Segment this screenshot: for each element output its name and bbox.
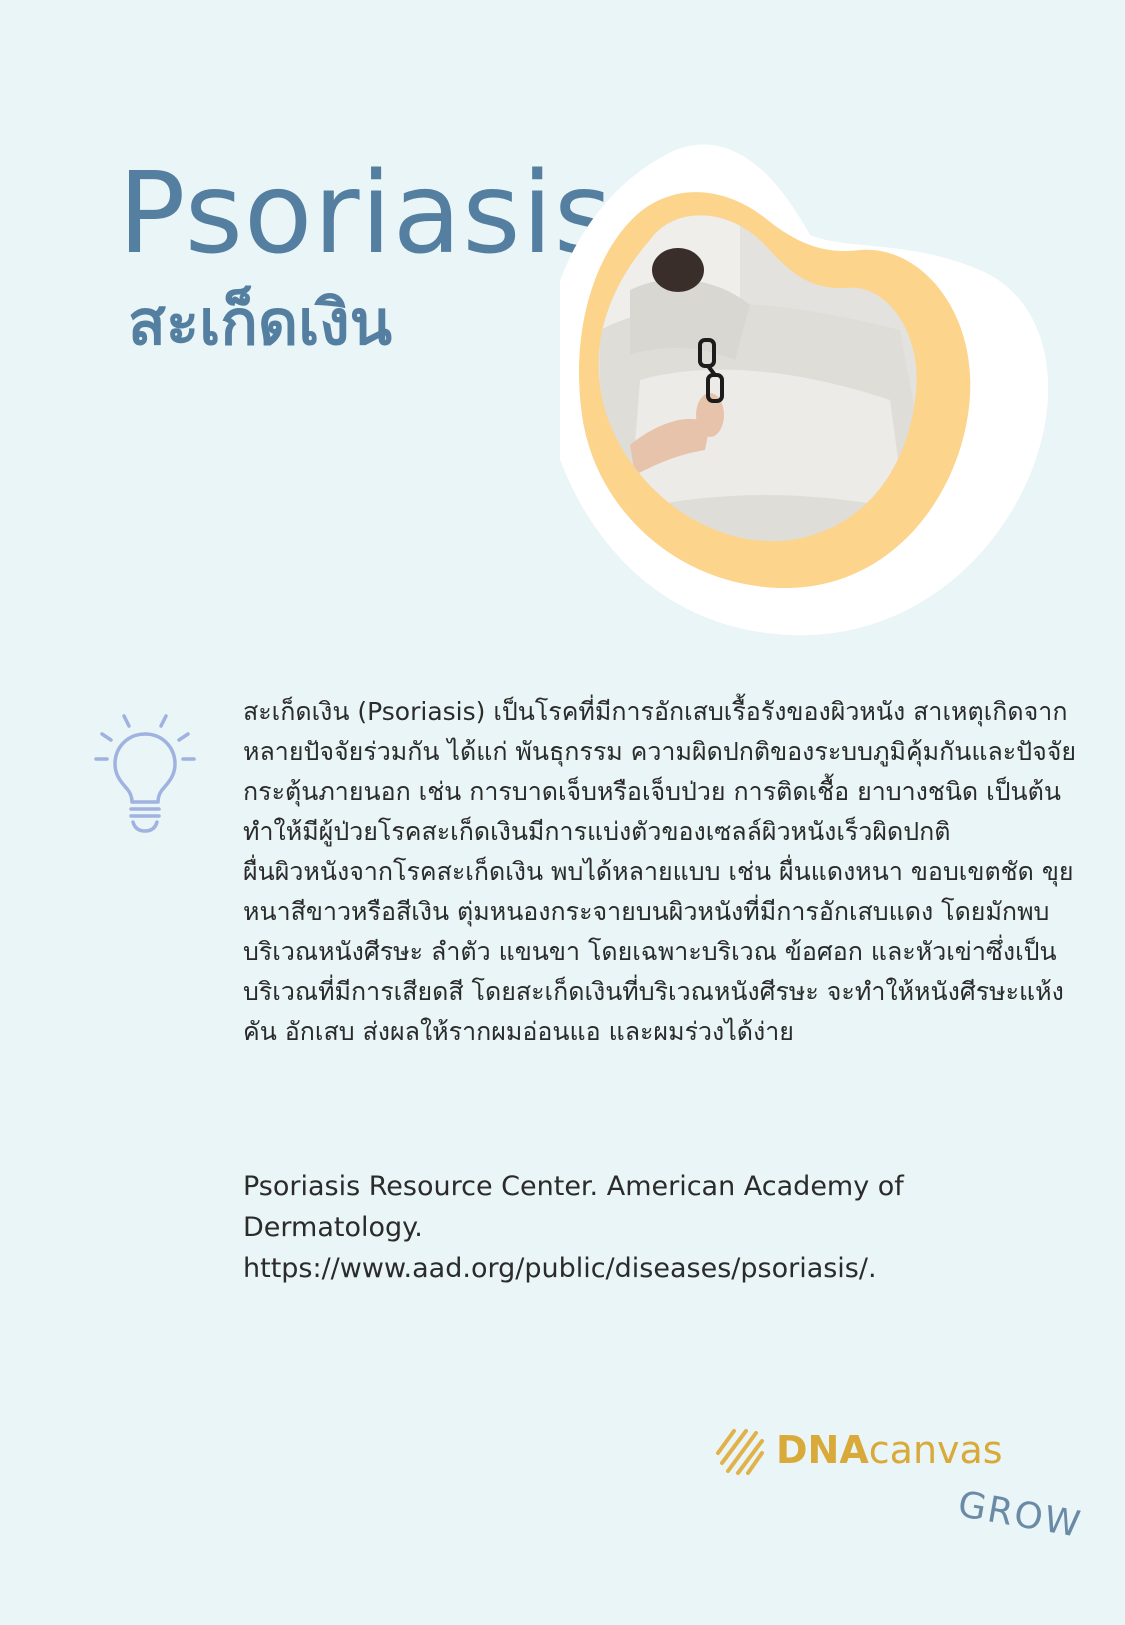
hero-image-blob [560,144,1049,636]
paragraph-cause: สะเก็ดเงิน (Psoriasis) เป็นโรคที่มีการอั… [243,697,1077,846]
logo-wordmark: DNAcanvas [776,1428,1003,1472]
reference-line-2: Dermatology. [243,1212,423,1243]
reference-url[interactable]: https://www.aad.org/public/diseases/psor… [243,1248,1003,1289]
page-title: Psoriasis [118,149,614,279]
paragraph-symptoms: ผื่นผิวหนังจากโรคสะเก็ดเงิน พบได้หลายแบบ… [243,857,1074,1046]
dna-stripes-icon [716,1429,764,1475]
page-subtitle-thai: สะเก็ดเงิน [128,286,392,359]
description-text: สะเก็ดเงิน (Psoriasis) เป็นโรคที่มีการอั… [243,692,1088,1052]
logo-canvas-text: canvas [868,1428,1003,1472]
reference-line-1: Psoriasis Resource Center. American Acad… [243,1171,904,1202]
logo-dna-text: DNA [776,1428,869,1472]
dnacanvas-logo: DNAcanvas [712,1422,1003,1478]
grow-tagline: GROW [954,1484,1085,1547]
reference-citation: Psoriasis Resource Center. American Acad… [243,1166,1003,1289]
lightbulb-icon [94,714,196,833]
